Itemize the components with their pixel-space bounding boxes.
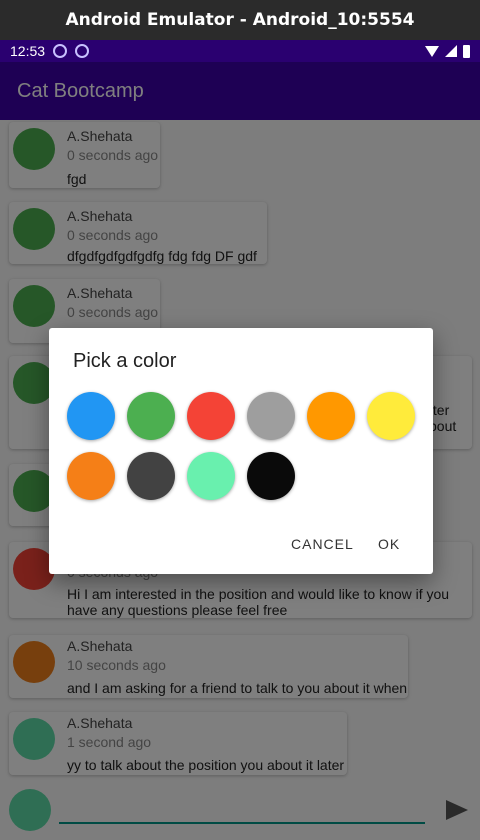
color-swatch[interactable] [307, 392, 355, 440]
window-title: Android Emulator - Android_10:5554 [0, 0, 480, 40]
color-swatch[interactable] [127, 392, 175, 440]
status-time: 12:53 [10, 43, 46, 59]
sync-notification-icon [75, 44, 90, 58]
dialog-title: Pick a color [73, 350, 177, 372]
color-swatch[interactable] [247, 392, 295, 440]
wifi-icon [425, 45, 439, 57]
color-swatch[interactable] [127, 452, 175, 500]
ok-button[interactable]: OK [378, 536, 400, 552]
status-bar: 12:53 [0, 40, 480, 62]
settings-notification-icon [53, 44, 68, 58]
color-swatch[interactable] [187, 392, 235, 440]
color-swatch[interactable] [247, 452, 295, 500]
color-picker-dialog: Pick a color CANCEL OK [49, 328, 433, 574]
color-swatch[interactable] [67, 452, 115, 500]
cancel-button[interactable]: CANCEL [291, 536, 354, 552]
signal-icon [445, 45, 457, 57]
battery-icon [463, 44, 470, 58]
color-swatch[interactable] [187, 452, 235, 500]
color-swatch[interactable] [367, 392, 415, 440]
color-swatch[interactable] [67, 392, 115, 440]
